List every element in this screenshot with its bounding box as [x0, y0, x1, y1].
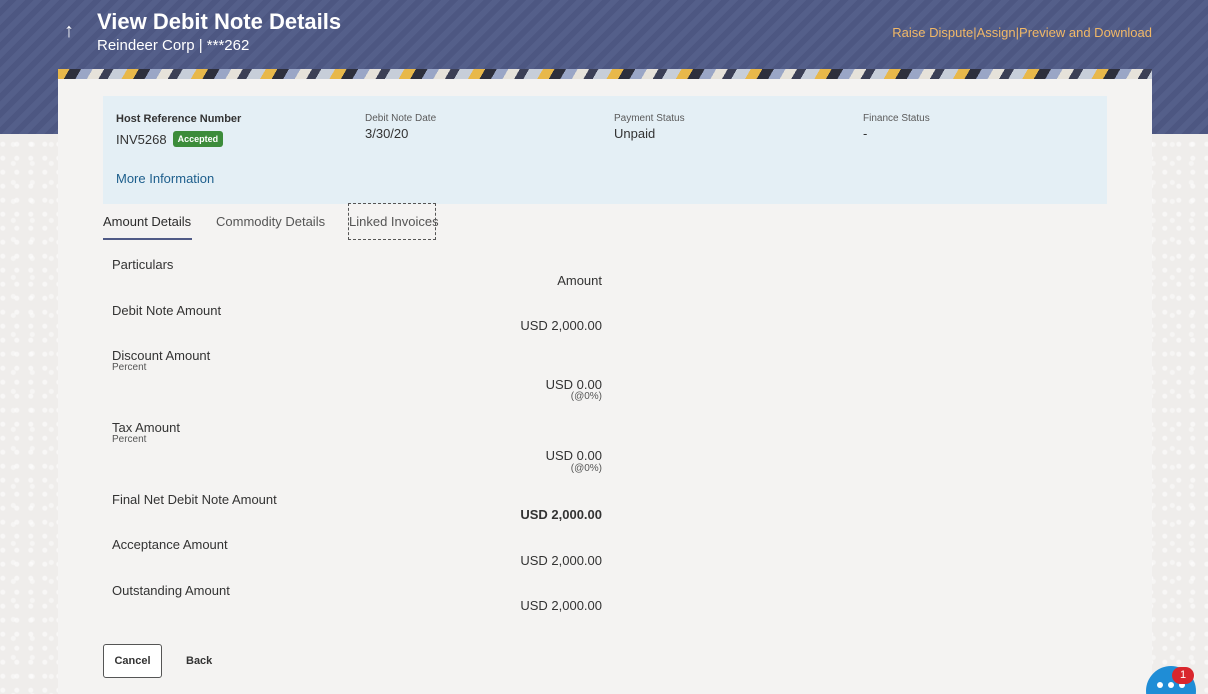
raise-dispute-link[interactable]: Raise Dispute	[892, 25, 973, 40]
particulars-label: Particulars	[112, 257, 174, 272]
more-information-link[interactable]: More Information	[116, 171, 214, 186]
acceptance-amount-value: USD 2,000.00	[520, 553, 602, 568]
outstanding-amount-label: Outstanding Amount	[112, 583, 230, 598]
payment-status-label: Payment Status	[614, 113, 685, 124]
back-button[interactable]: Back	[186, 644, 212, 678]
chat-notification-badge: 1	[1172, 667, 1194, 684]
finance-status-value: -	[863, 126, 868, 141]
cancel-button[interactable]: Cancel	[103, 644, 162, 678]
tax-percent-value: (@0%)	[570, 463, 602, 474]
final-net-amount-value: USD 2,000.00	[520, 507, 602, 522]
amount-header: Amount	[557, 273, 602, 288]
assign-link[interactable]: Assign	[977, 25, 1016, 40]
acceptance-amount-label: Acceptance Amount	[112, 537, 228, 552]
page-subtitle: Reindeer Corp | ***262	[97, 37, 250, 54]
payment-status-column: Payment Status Unpaid	[614, 113, 685, 141]
host-reference-row: INV5268 Accepted	[116, 131, 241, 147]
finance-status-column: Finance Status -	[863, 113, 930, 141]
outstanding-amount-value: USD 2,000.00	[520, 598, 602, 613]
debit-note-amount-label: Debit Note Amount	[112, 303, 222, 318]
header-actions: Raise Dispute|Assign|Preview and Downloa…	[892, 25, 1152, 40]
payment-status-value: Unpaid	[614, 126, 656, 141]
debit-note-date-column: Debit Note Date 3/30/20	[365, 113, 436, 141]
tax-amount-value: USD 0.00	[545, 448, 602, 463]
discount-percent-label: Percent	[112, 362, 147, 373]
final-net-amount-label: Final Net Debit Note Amount	[112, 492, 277, 507]
tab-amount-details[interactable]: Amount Details	[103, 203, 192, 240]
tab-linked-invoices[interactable]: Linked Invoices	[348, 203, 439, 240]
discount-percent-value: (@0%)	[570, 391, 602, 402]
discount-amount-label: Discount Amount	[112, 348, 211, 363]
back-arrow-icon[interactable]: ↑	[64, 20, 84, 42]
tab-commodity-details[interactable]: Commodity Details	[216, 203, 325, 240]
summary-box: Host Reference Number INV5268 Accepted D…	[103, 96, 1107, 204]
host-reference-column: Host Reference Number INV5268 Accepted	[116, 113, 241, 147]
status-badge: Accepted	[172, 131, 224, 147]
decorative-strip	[58, 69, 1152, 79]
host-reference-label: Host Reference Number	[116, 113, 242, 125]
host-reference-value: INV5268	[116, 131, 167, 147]
debit-note-date-value: 3/30/20	[365, 126, 409, 141]
preview-download-link[interactable]: Preview and Download	[1019, 25, 1152, 40]
finance-status-label: Finance Status	[863, 113, 930, 124]
debit-note-date-label: Debit Note Date	[365, 113, 437, 124]
tax-amount-label: Tax Amount	[112, 420, 180, 435]
tax-percent-label: Percent	[112, 434, 147, 445]
discount-amount-value: USD 0.00	[545, 377, 602, 392]
main-panel: Host Reference Number INV5268 Accepted D…	[58, 79, 1152, 694]
debit-note-amount-value: USD 2,000.00	[520, 318, 602, 333]
page-title: View Debit Note Details	[97, 9, 342, 34]
